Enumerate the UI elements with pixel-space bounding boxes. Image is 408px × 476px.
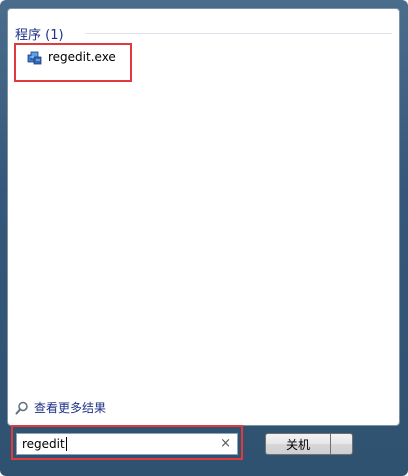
start-menu-frame: 程序 (1) regedit.exe 查看更多结果 regedit × 关机: [0, 0, 408, 476]
shutdown-button[interactable]: 关机: [265, 433, 331, 455]
search-text: regedit: [22, 437, 65, 451]
search-results-panel: 程序 (1) regedit.exe 查看更多结果: [7, 8, 400, 426]
shutdown-options-button[interactable]: [331, 433, 353, 455]
section-divider: [85, 33, 392, 34]
result-item-regedit[interactable]: regedit.exe: [14, 43, 127, 71]
search-input[interactable]: regedit ×: [16, 433, 238, 455]
shutdown-label: 关机: [285, 437, 310, 452]
text-caret: [65, 437, 67, 451]
clear-search-icon[interactable]: ×: [220, 436, 231, 451]
programs-section-header: 程序 (1): [15, 28, 64, 43]
registry-editor-icon: [27, 51, 42, 64]
magnifier-icon: [15, 401, 28, 414]
see-more-label: 查看更多结果: [34, 401, 107, 415]
result-label: regedit.exe: [48, 50, 116, 64]
see-more-results-link[interactable]: 查看更多结果: [15, 399, 106, 416]
